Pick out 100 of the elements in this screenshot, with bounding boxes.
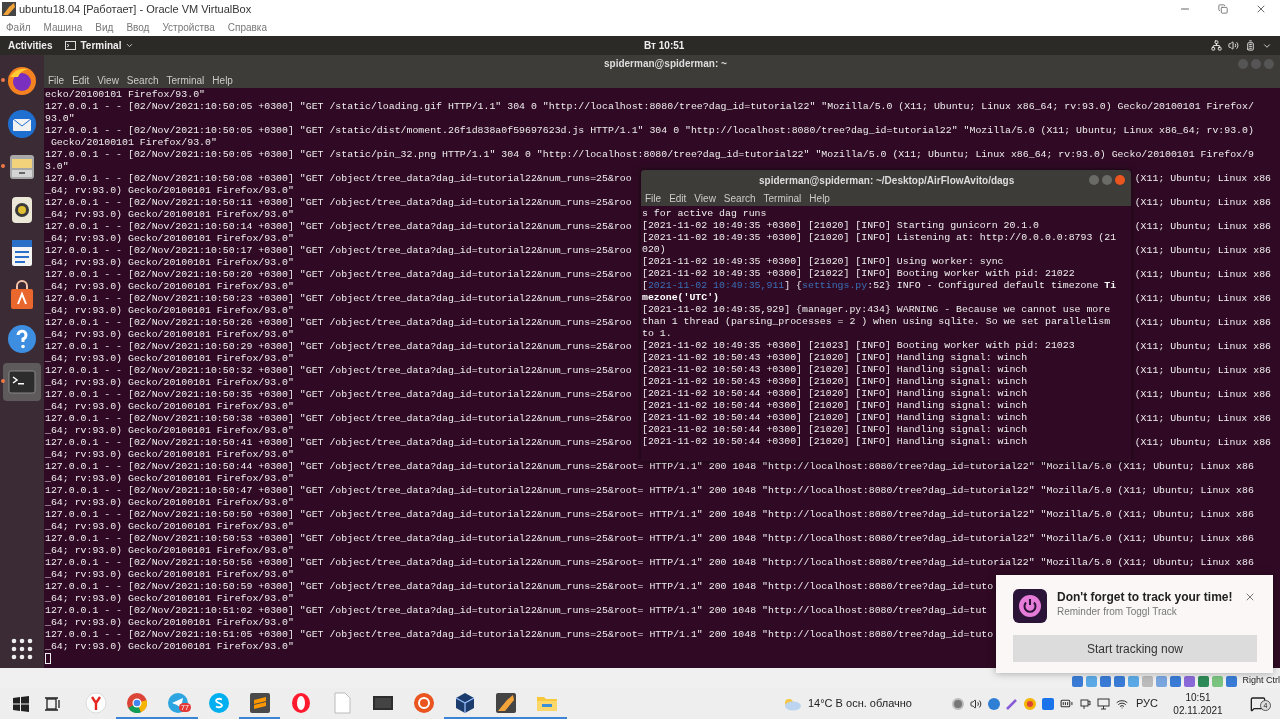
terminal-title: spiderman@spiderman: ~ [604,57,727,71]
display-icon[interactable] [1096,697,1110,710]
menu-item[interactable]: Help [809,190,830,206]
terminal-icon[interactable] [0,360,44,403]
terminal-line: (X11; Ubuntu; Linux x86 [1134,245,1271,257]
power-icon[interactable] [951,697,964,710]
notification-title: Don't forget to track your time! [1057,590,1233,605]
terminal-line: 127.0.0.1 - - [02/Nov/2021:10:50:17 +0300] "GET /object/tree_data?dag_id=tutorial22&num_runs=25&roo [45,245,632,257]
terminal-line: (X11; Ubuntu; Linux x86 [1134,413,1271,425]
terminal-line: s for active dag runs [642,208,767,220]
close-icon[interactable] [1244,591,1256,603]
activities-button[interactable]: Activities [8,38,53,53]
terminal-line: 3.0" [45,161,69,173]
close-button[interactable] [1115,175,1125,185]
terminal-line: _64; rv:93.0) Gecko/20100101 Firefox/93.0" [45,257,294,269]
windows-start-icon[interactable] [13,695,29,712]
terminal-line: _64; rv:93.0) Gecko/20100101 Firefox/93.0" [45,401,294,413]
device-icon[interactable] [1128,676,1140,687]
battery-icon[interactable] [1245,40,1256,51]
task-view-icon[interactable] [45,696,61,711]
clock[interactable]: Вт 10:51 [644,38,685,53]
teamviewer-icon[interactable] [1041,697,1054,710]
menu-item[interactable]: View [694,190,716,206]
menu-item[interactable]: View [97,72,119,88]
terminal-line: [2021-11-02 10:50:43 +0300] [21020] [INFO] Handling signal: winch [642,364,1028,376]
terminal-line: (X11; Ubuntu; Linux x86 [1134,293,1271,305]
menu-item[interactable]: File [48,72,65,88]
app-grid-icon[interactable] [11,638,33,660]
chrome-tray-icon[interactable] [1023,697,1036,710]
terminal-line: (X11; Ubuntu; Linux x86 [1134,221,1271,233]
taskbar-clock[interactable]: 10:51 02.11.2021 [1168,690,1228,717]
app-menu[interactable]: Terminal [65,38,135,53]
menu-item[interactable]: Terminal [166,72,205,88]
sublime-icon [248,691,271,714]
terminal-line: _64; rv:93.0) Gecko/20100101 Firefox/93.0" [45,305,294,317]
terminal-line: 020) [642,244,666,256]
virtualbox-logo-icon [2,2,16,16]
pen-icon[interactable] [1005,697,1018,710]
menu-item[interactable]: Help [212,72,233,88]
terminal-line: [2021-11-02 10:50:44 +0300] [21020] [INFO] Handling signal: winch [642,424,1028,436]
terminal-line: 127.0.0.1 - - [02/Nov/2021:10:50:14 +0300] "GET /object/tree_data?dag_id=tutorial22&num_runs=25&roo [45,221,632,233]
menu-item[interactable]: Вид [95,19,114,35]
volume-icon[interactable] [969,697,982,710]
menu-item[interactable]: Search [126,72,159,88]
network-icon[interactable] [1211,40,1222,51]
terminal-line: _64; rv:93.0) Gecko/20100101 Firefox/93.0" [45,473,294,485]
terminal-line: [2021-11-02 10:49:35 +0300] [21022] [INFO] Booting worker with pid: 21022 [642,268,1075,280]
terminal-line: _64; rv:93.0) Gecko/20100101 Firefox/93.0" [45,497,294,509]
app-tray-icon[interactable] [987,697,1000,710]
cursor [45,653,51,664]
volume-icon[interactable] [1228,40,1239,51]
terminal-line: _64; rv:93.0) Gecko/20100101 Firefox/93.0" [45,593,294,605]
terminal-line: _64; rv:93.0) Gecko/20100101 Firefox/93.0" [45,569,294,581]
terminal-line: [2021-11-02 10:49:35,929] {manager.py:434} WARNING - Because we cannot use more [642,304,1111,316]
menu-item[interactable]: Edit [669,190,687,206]
terminal-line: [2021-11-02 10:50:44 +0300] [21020] [INFO] Handling signal: winch [642,400,1028,412]
device-icon[interactable] [1198,676,1210,687]
device-icon[interactable] [1086,676,1098,687]
terminal-line: 127.0.0.1 - - [02/Nov/2021:10:50:53 +0300] "GET /object/tree_data?dag_id=tutorial22&num_runs=25&root= HTTP/1.1" 200 1048 "http://localhost:8080/tree?dag_id=tutorial22" "Mozilla/5.0 (X11; Ubuntu; Linux x86 [45,533,1254,545]
terminal-line: _64; rv:93.0) Gecko/20100101 Firefox/93.0" [45,353,294,365]
power-icon [1013,589,1047,623]
device-icon[interactable] [1226,676,1238,687]
weather-text[interactable]: 14°C В осн. облачно [808,695,912,712]
maximize-button[interactable] [1102,175,1112,185]
menu-item[interactable]: Справка [227,19,267,35]
menu-item[interactable]: File [645,190,662,206]
minimize-button[interactable] [1089,175,1099,185]
webcam-icon[interactable] [1078,697,1091,710]
terminal-line: 127.0.0.1 - - [02/Nov/2021:10:50:23 +0300] "GET /object/tree_data?dag_id=tutorial22&num_runs=25&roo [45,293,632,305]
terminal-line: [2021-11-02 10:49:35 +0300] [21020] [INFO] Using worker: sync [642,256,1004,268]
notification-subtitle: Reminder from Toggl Track [1057,605,1178,618]
menu-item[interactable]: Ввод [126,19,150,35]
device-icon[interactable] [1100,676,1112,687]
terminal-line: [2021-11-02 10:50:43 +0300] [21020] [INFO] Handling signal: winch [642,376,1028,388]
skype-icon [207,691,230,714]
menu-item[interactable]: Машина [43,19,83,35]
terminal-line: _64; rv:93.0) Gecko/20100101 Firefox/93.0" [45,233,294,245]
menu-item[interactable]: Edit [72,72,90,88]
caret-icon [125,41,135,50]
wifi-icon[interactable] [1115,697,1128,710]
terminal-line: ecko/20100101 Firefox/93.0" [45,89,205,101]
menu-item[interactable]: Terminal [763,190,802,206]
menu-item[interactable]: Файл [6,19,31,35]
menu-item[interactable]: Устройства [162,19,215,35]
close-icon [1255,3,1267,15]
device-icon[interactable] [1184,676,1196,687]
start-tracking-button[interactable]: Start tracking now [1013,635,1257,662]
terminal-title: spiderman@spiderman: ~/Desktop/AirFlowAvito/dags [759,173,1015,188]
language-indicator[interactable]: РУС [1135,695,1158,712]
chrome-icon [125,691,148,714]
device-icon[interactable] [1156,676,1168,687]
menu-item[interactable]: Search [723,190,756,206]
device-icon[interactable] [1072,676,1084,687]
terminal-line: (X11; Ubuntu; Linux x86 [1134,197,1271,209]
device-icon[interactable] [1114,676,1126,687]
battery-icon[interactable] [1059,697,1073,710]
terminal-line: (X11; Ubuntu; Linux x86 [1134,173,1271,185]
terminal-line: (X11; Ubuntu; Linux x86 [1134,269,1271,281]
terminal-line: 127.0.0.1 - - [02/Nov/2021:10:50:08 +0300] "GET /object/tree_data?dag_id=tutorial22&num_runs=25&roo [45,173,632,185]
device-icon[interactable] [1170,676,1182,687]
